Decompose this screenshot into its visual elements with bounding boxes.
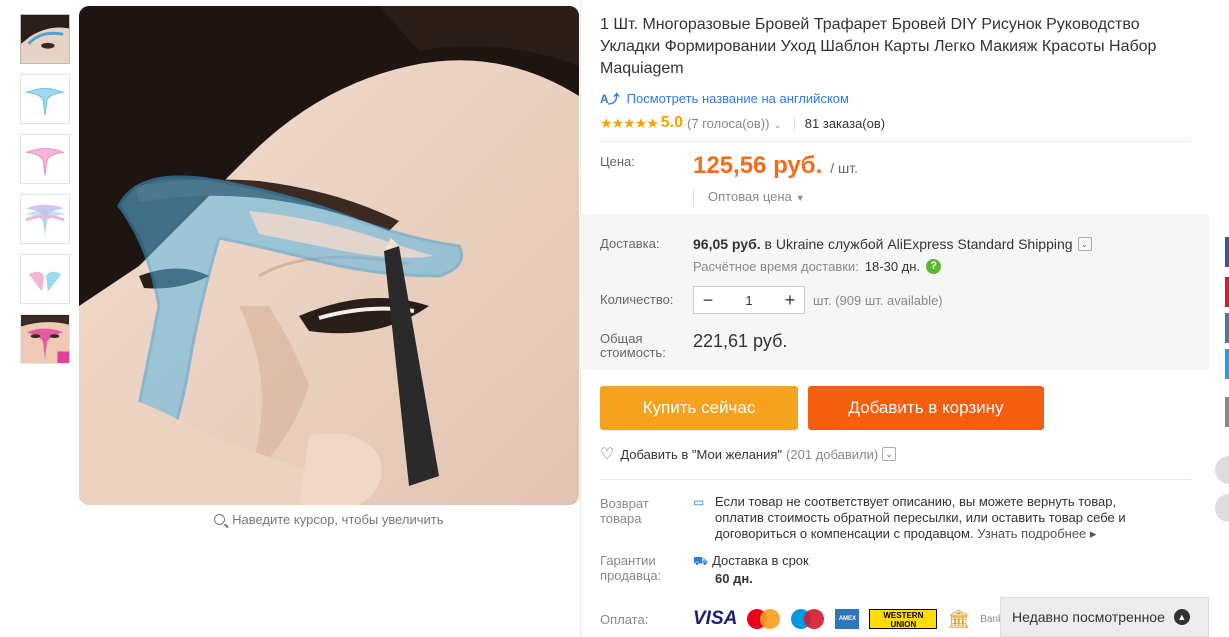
quantity-stepper: − + (693, 286, 805, 314)
quantity-input[interactable] (722, 287, 776, 313)
facebook-share-button[interactable] (1225, 237, 1229, 267)
shipping-info[interactable]: 96,05 руб. в Ukraine службой AliExpress … (693, 236, 1092, 252)
bank-icon: 🏛 (947, 608, 971, 629)
increase-button[interactable]: + (776, 287, 804, 313)
wishlist-label: Добавить в "Мои желания" (620, 446, 783, 462)
thumbnail-1[interactable] (20, 14, 70, 64)
payment-methods: VISA AMEX WESTERN UNION 🏛 Bank Transfer (693, 608, 1042, 630)
visa-logo: VISA (693, 608, 738, 629)
scroll-circle[interactable] (1215, 494, 1229, 522)
vk-share-button[interactable] (1225, 313, 1229, 343)
star-rating-icon: ★★★★★ (600, 114, 659, 131)
price-unit: / шт. (830, 160, 859, 176)
rating-value: 5.0 (660, 114, 684, 131)
available-count: (909 шт. available) (835, 293, 943, 308)
eta-label: Расчётное время доставки: (693, 259, 859, 274)
zoom-hint: Наведите курсор, чтобы увеличить (79, 512, 579, 527)
guarantee-days: 60 дн. (715, 571, 753, 586)
pinterest-share-button[interactable] (1225, 277, 1229, 307)
product-page: Наведите курсор, чтобы увеличить 1 Шт. М… (0, 0, 1229, 637)
thumbnail-2[interactable] (20, 74, 70, 124)
thumbnail-6[interactable] (20, 314, 70, 364)
price-value: 125,56 руб. (693, 152, 823, 179)
translate-link[interactable]: A⤴ Посмотреть название на английском (600, 90, 849, 107)
card-icon: ▭ (693, 495, 705, 509)
votes-dropdown[interactable]: (7 голоса(ов)) ⌄ (687, 116, 782, 131)
translate-icon: A⤴ (600, 92, 620, 106)
payment-label: Оплата: (600, 612, 649, 627)
magnifier-icon (214, 514, 226, 525)
quantity-unit: шт. (813, 293, 832, 308)
eta-days: 18-30 дн. (864, 259, 921, 274)
seller-guarantee: ⛟ Доставка в срок 60 дн. (693, 552, 809, 588)
thumbnail-4[interactable] (20, 194, 70, 244)
chevron-up-icon: ▲ (1173, 609, 1190, 625)
twitter-share-button[interactable] (1225, 349, 1229, 379)
shipping-dropdown-icon[interactable]: ⌄ (1077, 237, 1092, 251)
amex-logo: AMEX (835, 609, 860, 629)
add-to-wishlist[interactable]: ♡ Добавить в "Мои желания" (201 добавили… (600, 444, 897, 464)
total-label: Общая стоимость: (600, 331, 666, 360)
add-to-cart-button[interactable]: Добавить в корзину (808, 386, 1044, 430)
product-photo (79, 6, 579, 505)
buy-now-button[interactable]: Купить сейчас (600, 386, 798, 430)
votes-count: (7 голоса(ов)) (687, 115, 770, 131)
shipping-label: Доставка: (600, 236, 660, 251)
thumbnail-3[interactable] (20, 134, 70, 184)
guarantee-text: Доставка в срок (712, 553, 809, 568)
shipping-method: в Ukraine службой AliExpress Standard Sh… (764, 236, 1073, 252)
more-share-button[interactable] (1225, 397, 1229, 427)
wishlist-dropdown-icon[interactable]: ⌄ (882, 447, 897, 461)
thumbnail-5[interactable] (20, 254, 70, 304)
truck-icon: ⛟ (693, 554, 709, 568)
price-label: Цена: (600, 154, 635, 169)
guarantee-label: Гарантии продавца: (600, 553, 662, 583)
mastercard-logo (747, 608, 781, 630)
zoom-hint-text: Наведите курсор, чтобы увеличить (232, 512, 444, 527)
wishlist-count: (201 добавили) (786, 446, 879, 462)
divider (600, 141, 1191, 142)
quantity-availability: шт. (909 шт. available) (813, 293, 943, 308)
learn-more-text: Узнать подробнее (977, 526, 1087, 541)
decrease-button[interactable]: − (694, 287, 722, 313)
help-icon[interactable]: ? (926, 259, 942, 274)
western-union-logo: WESTERN UNION (869, 609, 938, 629)
returns-label: Возврат товара (600, 496, 649, 526)
heart-icon: ♡ (600, 446, 615, 463)
product-title: 1 Шт. Многоразовые Бровей Трафарет Брове… (600, 16, 1157, 77)
wholesale-price-dropdown[interactable]: Оптовая цена ▼ (693, 188, 805, 206)
main-product-image[interactable] (79, 6, 579, 505)
caret-down-icon: ▼ (795, 193, 805, 203)
maestro-logo (791, 608, 825, 630)
orders-count: 81 заказа(ов) (793, 115, 885, 131)
total-value: 221,61 руб. (693, 331, 788, 351)
learn-more-link[interactable]: Узнать подробнее ▸ (977, 526, 1096, 541)
chevron-down-icon: ⌄ (773, 119, 782, 131)
rating-row: ★★★★★ 5.0 (7 голоса(ов)) ⌄ 81 заказа(ов) (600, 114, 885, 132)
delivery-eta: Расчётное время доставки: 18-30 дн. ? (693, 259, 942, 274)
translate-link-text: Посмотреть название на английском (626, 91, 849, 106)
scroll-circle[interactable] (1215, 456, 1229, 484)
wholesale-label: Оптовая цена (708, 189, 792, 204)
divider (600, 479, 1191, 480)
thumbnail-strip (20, 14, 70, 374)
recently-viewed-label: Недавно посмотренное (1012, 609, 1165, 625)
price: 125,56 руб. / шт. (693, 152, 858, 180)
recently-viewed-bar[interactable]: Недавно посмотренное ▲ (1000, 597, 1209, 637)
shipping-price: 96,05 руб. (693, 236, 761, 252)
quantity-label: Количество: (600, 292, 674, 307)
returns-policy: ▭ Если товар не соответствует описанию, … (693, 494, 1153, 542)
